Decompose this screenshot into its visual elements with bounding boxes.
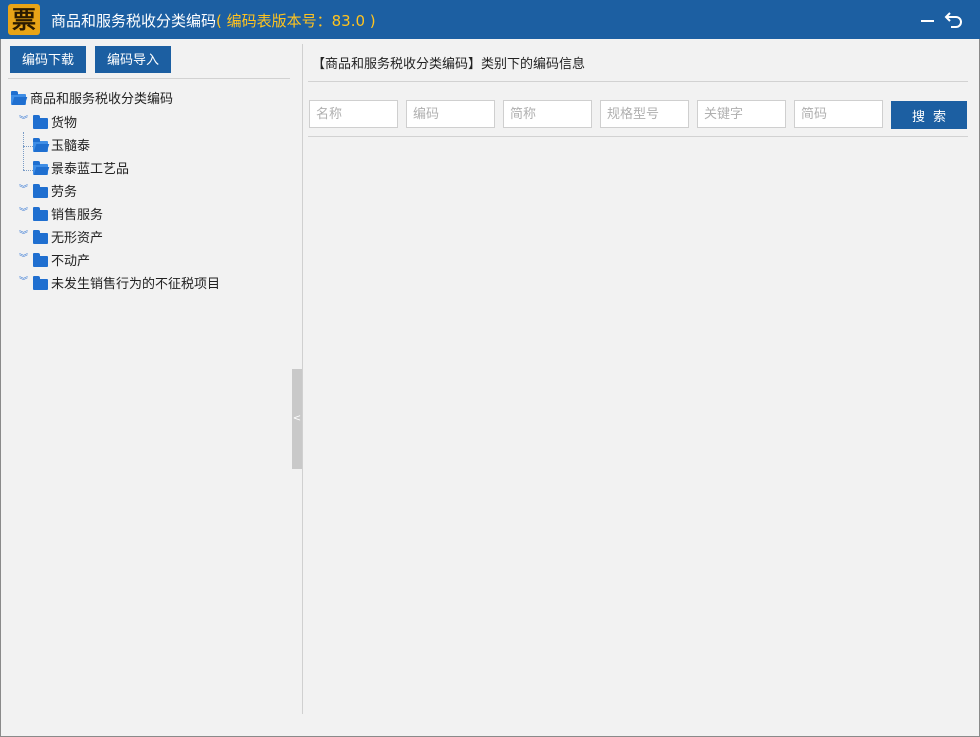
code-import-button[interactable]: 编码导入 (95, 46, 171, 73)
undo-arrow-icon (944, 12, 962, 28)
back-button[interactable] (944, 9, 964, 29)
short-name-search-input[interactable] (503, 100, 592, 128)
folder-open-icon (33, 138, 48, 152)
folder-icon (33, 207, 48, 221)
tree-item-label: 劳务 (51, 185, 78, 200)
chevron-down-icon[interactable]: ︾ (18, 186, 29, 200)
folder-icon (33, 184, 48, 198)
panel-splitter[interactable] (302, 44, 303, 714)
window-frame (0, 39, 980, 737)
tree-connector (23, 170, 33, 171)
tree-connector (23, 146, 33, 147)
spec-search-input[interactable] (600, 100, 689, 128)
folder-icon (33, 276, 48, 290)
minimize-button[interactable] (918, 9, 938, 29)
folder-open-icon (33, 161, 48, 175)
window-title-text: 商品和服务税收分类编码 (51, 12, 217, 30)
chevron-down-icon[interactable]: ︾ (18, 117, 29, 131)
folder-icon (33, 115, 48, 129)
window-title: 商品和服务税收分类编码( 编码表版本号：83.0 ) (51, 10, 376, 31)
chevron-down-icon[interactable]: ︾ (18, 255, 29, 269)
app-logo-icon: 票 (8, 4, 40, 35)
minimize-icon (921, 20, 934, 22)
name-search-input[interactable] (309, 100, 398, 128)
folder-icon (33, 230, 48, 244)
tree-item-label: 不动产 (51, 254, 91, 269)
tree-item-label: 货物 (51, 116, 78, 131)
info-title: 【商品和服务税收分类编码】类别下的编码信息 (312, 57, 586, 72)
tree-root-label: 商品和服务税收分类编码 (30, 92, 174, 107)
tree-item-label: 无形资产 (51, 231, 104, 246)
chevron-down-icon[interactable]: ︾ (18, 278, 29, 292)
chevron-down-icon[interactable]: ︾ (18, 209, 29, 223)
keyword-search-input[interactable] (697, 100, 786, 128)
tree-connector (23, 132, 24, 170)
tree-item-label: 销售服务 (51, 208, 104, 223)
folder-open-icon (11, 91, 26, 105)
code-search-input[interactable] (406, 100, 495, 128)
search-button[interactable]: 搜索 (891, 101, 967, 129)
tree-item-label: 玉髓泰 (51, 139, 91, 154)
right-divider (308, 81, 968, 82)
folder-icon (33, 253, 48, 267)
results-divider (308, 136, 968, 137)
left-divider (8, 78, 290, 79)
chevron-down-icon[interactable]: ︾ (18, 232, 29, 246)
tree-item-label: 景泰蓝工艺品 (51, 162, 130, 177)
title-bar: 票 商品和服务税收分类编码( 编码表版本号：83.0 ) (0, 0, 980, 39)
abbr-code-search-input[interactable] (794, 100, 883, 128)
collapse-panel-handle[interactable]: < (292, 369, 302, 469)
tree-item-label: 未发生销售行为的不征税项目 (51, 277, 221, 292)
version-label: ( 编码表版本号：83.0 ) (216, 12, 376, 30)
code-download-button[interactable]: 编码下载 (10, 46, 86, 73)
